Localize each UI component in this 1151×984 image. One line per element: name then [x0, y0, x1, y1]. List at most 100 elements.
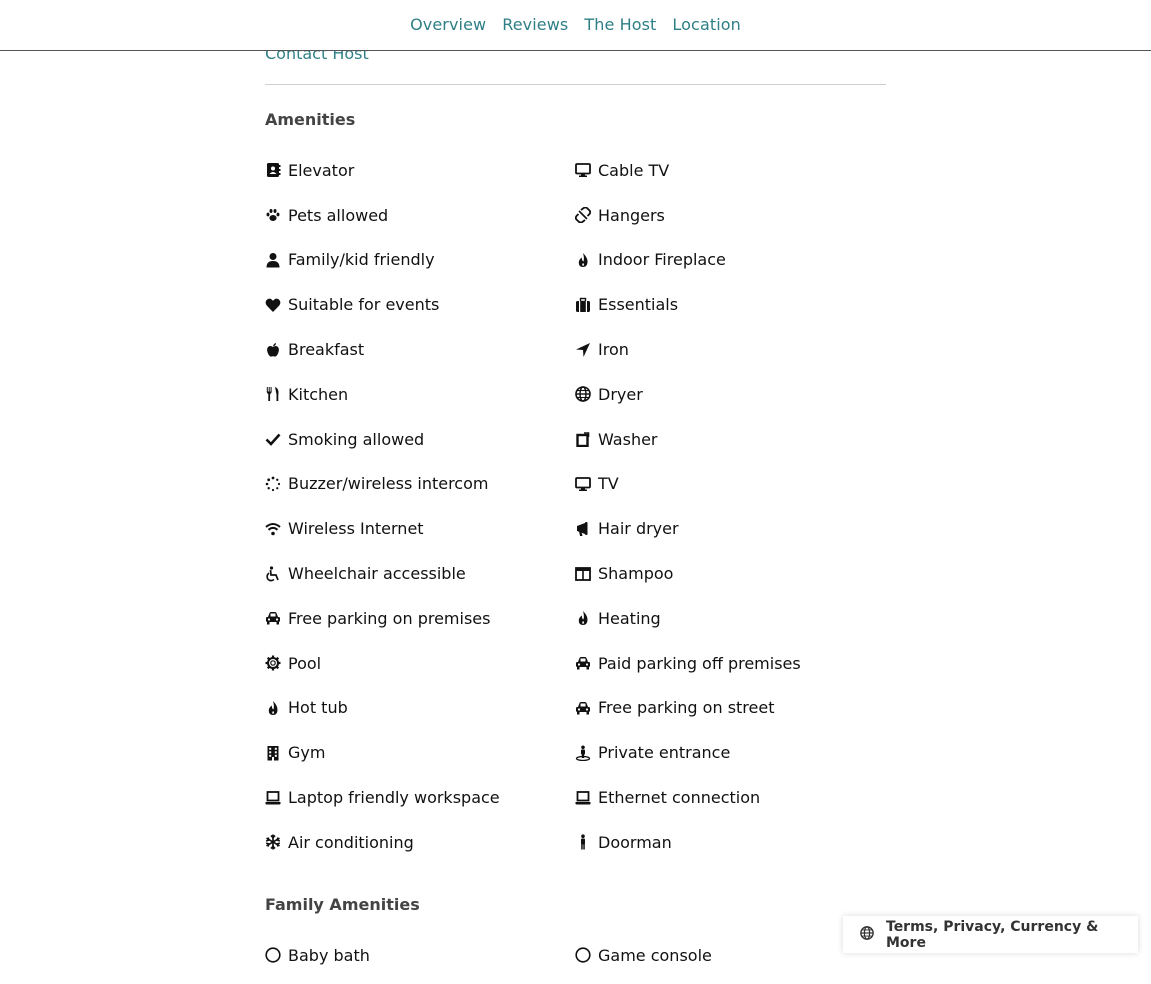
amenity-item: Laptop friendly workspace: [265, 781, 575, 826]
car-icon: [575, 700, 591, 716]
amenity-item: Free parking on premises: [265, 602, 575, 647]
amenity-label: TV: [598, 474, 619, 494]
amenities-title: Amenities: [265, 110, 356, 129]
amenity-item: Family/kid friendly: [265, 244, 575, 289]
amenity-label: Air conditioning: [288, 832, 414, 852]
amenity-label: Gym: [288, 743, 326, 763]
amenity-label: Suitable for events: [288, 295, 440, 315]
amenity-item: Game console: [575, 939, 885, 984]
globe-icon: [860, 925, 874, 944]
amenity-label: Wireless Internet: [288, 519, 424, 539]
amenity-label: Family/kid friendly: [288, 250, 435, 270]
gear-icon: [265, 655, 281, 671]
globe-icon: [575, 386, 591, 403]
amenity-item: Heating: [575, 602, 885, 647]
amenity-item: Suitable for events: [265, 288, 575, 333]
amenity-label: Doorman: [598, 832, 672, 852]
amenity-item: Indoor Fireplace: [575, 244, 885, 289]
heart-icon: [265, 297, 281, 313]
amenity-item: Free parking on street: [575, 692, 885, 737]
amenity-label: Ethernet connection: [598, 788, 761, 808]
amenity-label: Washer: [598, 429, 658, 449]
amenity-label: Shampoo: [598, 564, 674, 584]
user-icon: [265, 252, 281, 268]
amenity-label: Hair dryer: [598, 519, 679, 539]
suitcase-icon: [575, 297, 591, 313]
amenity-item: Iron: [575, 333, 885, 378]
street-view-icon: [575, 745, 591, 761]
desktop-icon: [575, 476, 591, 492]
amenity-label: Indoor Fireplace: [598, 250, 726, 270]
wifi-icon: [265, 521, 281, 537]
circle-icon: [265, 947, 281, 963]
nav-link-reviews[interactable]: Reviews: [502, 15, 568, 34]
terms-privacy-label: Terms, Privacy, Currency & More: [886, 918, 1099, 951]
snowflake-icon: [265, 834, 281, 850]
fire-icon: [265, 700, 281, 716]
amenity-label: Pets allowed: [288, 205, 389, 225]
amenity-item: Gym: [265, 736, 575, 781]
wheelchair-icon: [265, 565, 281, 582]
desktop-icon: [575, 162, 591, 178]
amenity-label: Essentials: [598, 295, 679, 315]
columns-icon: [575, 566, 591, 582]
amenity-label: Buzzer/wireless intercom: [288, 474, 489, 494]
amenity-item: Air conditioning: [265, 826, 575, 871]
amenity-label: Heating: [598, 608, 661, 628]
car-icon: [575, 655, 591, 671]
address-book-icon: [265, 162, 281, 178]
laptop-icon: [575, 790, 591, 806]
nav-link-the-host[interactable]: The Host: [584, 15, 656, 34]
paw-icon: [265, 207, 281, 223]
amenity-label: Laptop friendly workspace: [288, 788, 500, 808]
amenity-label: Breakfast: [288, 340, 365, 360]
amenity-label: Baby bath: [288, 945, 370, 965]
amenity-label: Game console: [598, 945, 712, 965]
male-icon: [575, 834, 591, 850]
amenity-item: TV: [575, 468, 885, 513]
amenity-item: Wireless Internet: [265, 512, 575, 557]
amenity-item: Pets allowed: [265, 199, 575, 244]
utensils-icon: [265, 386, 281, 402]
amenity-label: Private entrance: [598, 743, 731, 763]
amenity-label: Pool: [288, 653, 322, 673]
nav-links: Overview Reviews The Host Location: [0, 15, 1151, 34]
nav-link-location[interactable]: Location: [672, 15, 740, 34]
family-amenities-title: Family Amenities: [265, 895, 420, 914]
amenity-item: Baby bath: [265, 939, 575, 984]
amenity-item: Essentials: [575, 288, 885, 333]
amenity-item: Smoking allowed: [265, 423, 575, 468]
amenity-label: Wheelchair accessible: [288, 564, 466, 584]
amenity-item: Ethernet connection: [575, 781, 885, 826]
amenity-label: Elevator: [288, 160, 355, 180]
location-arrow-icon: [575, 342, 591, 358]
square-icon: [575, 431, 591, 448]
apple-icon: [265, 342, 281, 358]
amenity-label: Hangers: [598, 205, 665, 225]
section-divider: [265, 84, 886, 85]
amenity-label: Smoking allowed: [288, 429, 425, 449]
spinner-icon: [265, 476, 281, 492]
amenity-label: Kitchen: [288, 384, 349, 404]
amenity-item: Private entrance: [575, 736, 885, 781]
amenity-item: Washer: [575, 423, 885, 468]
amenity-item: Hot tub: [265, 692, 575, 737]
building-icon: [265, 745, 281, 761]
unlink-icon: [575, 207, 591, 224]
fire-icon: [575, 610, 591, 626]
terms-privacy-button[interactable]: Terms, Privacy, Currency & More: [843, 916, 1138, 953]
amenity-item: Hangers: [575, 199, 885, 244]
amenity-item: Buzzer/wireless intercom: [265, 468, 575, 513]
amenity-item: Elevator: [265, 154, 575, 199]
laptop-icon: [265, 790, 281, 806]
circle-icon: [575, 947, 591, 963]
check-icon: [265, 431, 281, 447]
amenity-item: Wheelchair accessible: [265, 557, 575, 602]
amenity-item: Dryer: [575, 378, 885, 423]
amenity-item: Hair dryer: [575, 512, 885, 557]
amenity-item: Paid parking off premises: [575, 647, 885, 692]
amenity-item: Cable TV: [575, 154, 885, 199]
amenity-item: Pool: [265, 647, 575, 692]
nav-link-overview[interactable]: Overview: [410, 15, 486, 34]
amenity-item: Doorman: [575, 826, 885, 871]
